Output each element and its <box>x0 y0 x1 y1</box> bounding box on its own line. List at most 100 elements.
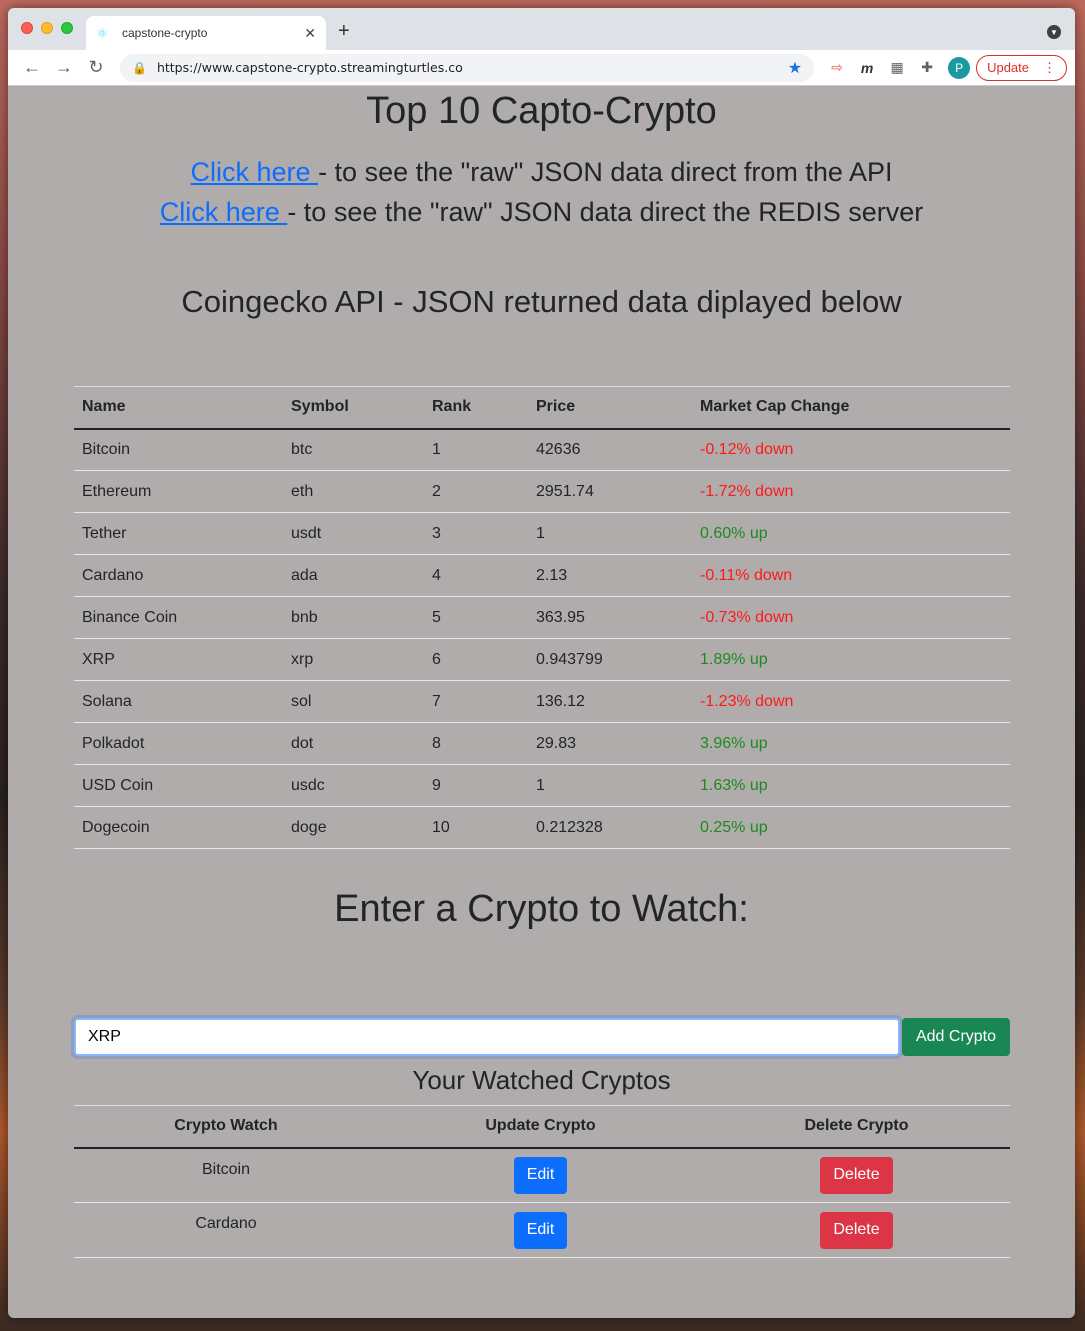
edit-cell: Edit <box>378 1202 703 1258</box>
header-symbol: Symbol <box>283 386 424 430</box>
extension-m-icon[interactable]: m <box>852 60 882 76</box>
react-icon: ⚛ <box>96 24 109 41</box>
cell-symbol: btc <box>283 428 424 471</box>
cell-market-cap-change: 0.60% up <box>692 512 1010 555</box>
page-title: Top 10 Capto-Crypto <box>366 90 717 132</box>
table-row: XRP xrp 6 0.943799 1.89% up <box>74 638 1010 681</box>
redis-json-link[interactable]: Click here <box>160 197 288 227</box>
cell-market-cap-change: 0.25% up <box>692 806 1010 849</box>
cell-symbol: ada <box>283 554 424 597</box>
url-text[interactable]: https://www.capstone-crypto.streamingtur… <box>157 60 788 75</box>
back-icon[interactable]: ← <box>16 57 48 78</box>
tab-capstone-crypto[interactable]: ⚛ capstone-crypto ✕ <box>86 16 326 50</box>
delete-button[interactable]: Delete <box>820 1156 893 1194</box>
header-market-cap-change: Market Cap Change <box>692 386 1010 430</box>
crypto-table-header: Name Symbol Rank Price Market Cap Change <box>74 386 1010 430</box>
reload-icon[interactable]: ↻ <box>80 57 112 78</box>
cell-price: 0.212328 <box>528 806 692 849</box>
cell-rank: 1 <box>424 428 528 471</box>
cell-rank: 4 <box>424 554 528 597</box>
cell-name: Bitcoin <box>74 428 283 471</box>
header-price: Price <box>528 386 692 430</box>
redis-link-line: Click here - to see the "raw" JSON data … <box>8 192 1075 232</box>
header-crypto-watch: Crypto Watch <box>74 1105 378 1149</box>
cell-price: 136.12 <box>528 680 692 723</box>
table-row: USD Coin usdc 9 1 1.63% up <box>74 764 1010 807</box>
extension-grid-icon[interactable]: ▦ <box>882 59 912 76</box>
browser-window: ⚛ capstone-crypto ✕ + ▼ ← → ↻ 🔒 https://… <box>8 8 1075 1318</box>
cell-market-cap-change: 3.96% up <box>692 722 1010 765</box>
cell-rank: 6 <box>424 638 528 681</box>
table-row: Dogecoin doge 10 0.212328 0.25% up <box>74 806 1010 849</box>
cell-market-cap-change: 1.89% up <box>692 638 1010 681</box>
edit-button[interactable]: Edit <box>514 1156 567 1194</box>
cell-symbol: sol <box>283 680 424 723</box>
table-row: Cardano ada 4 2.13 -0.11% down <box>74 554 1010 597</box>
cell-rank: 10 <box>424 806 528 849</box>
lock-icon[interactable]: 🔒 <box>132 61 147 75</box>
delete-button[interactable]: Delete <box>820 1211 893 1249</box>
extensions-puzzle-icon[interactable]: ✚ <box>912 59 942 76</box>
update-label: Update <box>987 60 1029 75</box>
watched-table-header: Crypto Watch Update Crypto Delete Crypto <box>74 1105 1010 1149</box>
watched-table: Crypto Watch Update Crypto Delete Crypto… <box>74 1105 1010 1258</box>
cell-market-cap-change: -1.23% down <box>692 680 1010 723</box>
cell-market-cap-change: -0.12% down <box>692 428 1010 471</box>
cell-price: 0.943799 <box>528 638 692 681</box>
header-delete-crypto: Delete Crypto <box>703 1105 1010 1149</box>
profile-avatar[interactable]: P <box>948 56 971 79</box>
cell-symbol: xrp <box>283 638 424 681</box>
cell-price: 2951.74 <box>528 470 692 513</box>
cell-name: Cardano <box>74 554 283 597</box>
close-icon[interactable]: ✕ <box>304 25 316 42</box>
cell-name: Tether <box>74 512 283 555</box>
raw-json-links: Click here - to see the "raw" JSON data … <box>8 152 1075 232</box>
table-row: Polkadot dot 8 29.83 3.96% up <box>74 722 1010 765</box>
update-button[interactable]: Update ⋮ <box>976 54 1067 81</box>
edit-button[interactable]: Edit <box>514 1211 567 1249</box>
extension-arrow-icon[interactable]: ⇨ <box>822 59 852 76</box>
tab-strip: ⚛ capstone-crypto ✕ + ▼ <box>8 8 1075 50</box>
delete-cell: Delete <box>703 1202 1010 1258</box>
cell-price: 29.83 <box>528 722 692 765</box>
forward-icon[interactable]: → <box>48 57 80 78</box>
cell-price: 2.13 <box>528 554 692 597</box>
window-controls <box>21 22 73 34</box>
maximize-window-button[interactable] <box>61 22 73 34</box>
bookmark-star-icon[interactable]: ★ <box>788 58 802 78</box>
watched-row: Bitcoin Edit Delete <box>74 1147 1010 1203</box>
cell-market-cap-change: -0.73% down <box>692 596 1010 639</box>
cell-name: Dogecoin <box>74 806 283 849</box>
tab-search-icon[interactable]: ▼ <box>1047 25 1061 39</box>
address-bar[interactable]: 🔒 https://www.capstone-crypto.streamingt… <box>120 53 815 82</box>
header-name: Name <box>74 386 283 430</box>
header-update-crypto: Update Crypto <box>378 1105 703 1149</box>
browser-toolbar: ← → ↻ 🔒 https://www.capstone-crypto.stre… <box>8 50 1075 86</box>
close-window-button[interactable] <box>21 22 33 34</box>
redis-link-description: - to see the "raw" JSON data direct the … <box>287 197 924 227</box>
add-crypto-button[interactable]: Add Crypto <box>902 1018 1010 1056</box>
new-tab-button[interactable]: + <box>338 20 350 43</box>
cell-price: 1 <box>528 764 692 807</box>
cell-rank: 2 <box>424 470 528 513</box>
more-vert-icon: ⋮ <box>1043 59 1056 75</box>
api-link-line: Click here - to see the "raw" JSON data … <box>8 152 1075 192</box>
cell-name: USD Coin <box>74 764 283 807</box>
table-row: Binance Coin bnb 5 363.95 -0.73% down <box>74 596 1010 639</box>
cell-price: 42636 <box>528 428 692 471</box>
table-row: Solana sol 7 136.12 -1.23% down <box>74 680 1010 723</box>
cell-rank: 3 <box>424 512 528 555</box>
cell-price: 1 <box>528 512 692 555</box>
enter-crypto-heading: Enter a Crypto to Watch: <box>334 888 749 930</box>
minimize-window-button[interactable] <box>41 22 53 34</box>
cell-market-cap-change: -0.11% down <box>692 554 1010 597</box>
cell-symbol: usdt <box>283 512 424 555</box>
table-row: Bitcoin btc 1 42636 -0.12% down <box>74 428 1010 471</box>
cell-name: Polkadot <box>74 722 283 765</box>
cell-name: Solana <box>74 680 283 723</box>
header-rank: Rank <box>424 386 528 430</box>
api-json-link[interactable]: Click here <box>191 157 319 187</box>
crypto-input[interactable] <box>74 1018 900 1056</box>
cell-market-cap-change: -1.72% down <box>692 470 1010 513</box>
cell-rank: 9 <box>424 764 528 807</box>
